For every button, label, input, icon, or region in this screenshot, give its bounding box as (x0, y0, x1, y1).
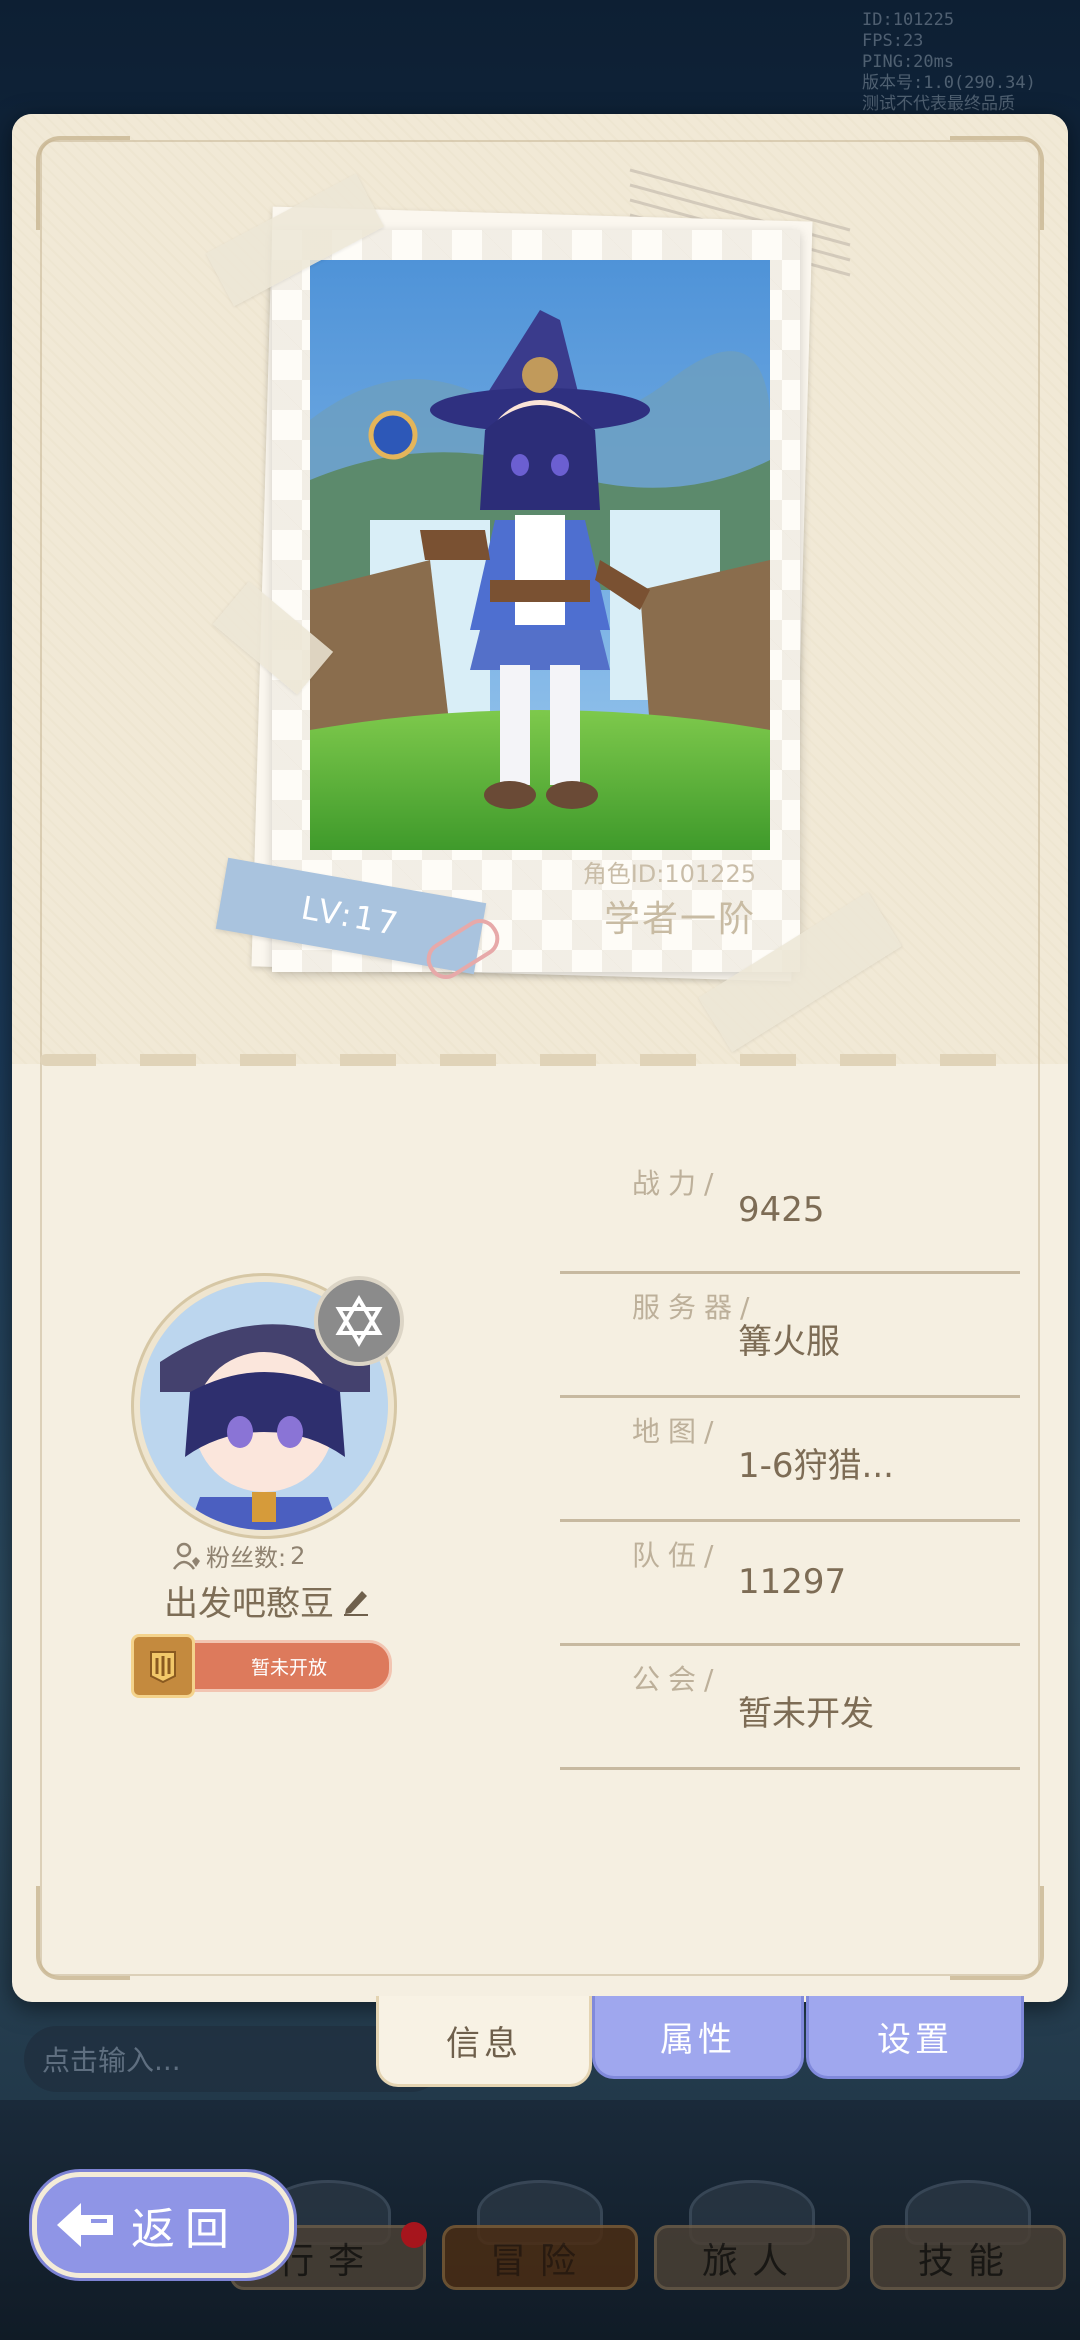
hexagram-icon[interactable] (314, 1276, 404, 1366)
stat-guild: 公会/ 暂未开发 (560, 1648, 1020, 1774)
fans-label: 粉丝数: (206, 1544, 287, 1572)
stat-power: 战力/ 9425 (560, 1152, 1020, 1278)
pencil-icon[interactable] (340, 1585, 372, 1617)
role-id: 角色ID:101225 (582, 860, 756, 888)
stat-value: 篝火服 (738, 1322, 840, 1362)
nav-label: 旅人 (654, 2225, 850, 2290)
stat-label: 公会/ (632, 1663, 722, 1696)
notification-dot (401, 2222, 427, 2248)
back-arrow-icon (57, 2203, 113, 2247)
character-portrait (310, 260, 770, 850)
debug-line: ID:101225 (862, 10, 955, 30)
debug-line: 版本号:1.0(290.34) (862, 73, 1036, 93)
nav-label: 冒险 (442, 2225, 638, 2290)
stat-underline (560, 1643, 1020, 1646)
fans-icon (172, 1542, 200, 1570)
stat-label: 战力/ (632, 1167, 722, 1200)
corner-ornament (950, 136, 1044, 230)
debug-line: 测试不代表最终品质 (862, 94, 1015, 114)
stat-value: 暂未开发 (738, 1694, 874, 1734)
fans-count: 粉丝数: 2 (172, 1538, 305, 1573)
debug-line: FPS:23 (862, 31, 924, 51)
tab-settings[interactable]: 设置 (806, 1996, 1024, 2079)
tab-info[interactable]: 信息 (376, 1996, 592, 2087)
stat-underline (560, 1519, 1020, 1522)
card-divider (40, 1054, 1040, 1066)
stat-underline (560, 1271, 1020, 1274)
stat-label: 队伍/ (632, 1539, 722, 1572)
debug-overlay: ID:101225 FPS:23 PING:20ms 版本号:1.0(290.3… (862, 10, 1062, 115)
guild-badge: 暂未开放 (131, 1634, 392, 1698)
nickname-text: 出发吧憨豆 (164, 1584, 334, 1624)
nav-item-adventure[interactable]: 冒险 (440, 2180, 640, 2290)
stat-underline (560, 1395, 1020, 1398)
guild-emblem-icon (131, 1634, 195, 1698)
fans-value: 2 (290, 1541, 306, 1570)
debug-line: PING:20ms (862, 52, 955, 72)
stat-value: 11297 (738, 1562, 847, 1602)
nav-item-traveler[interactable]: 旅人 (652, 2180, 852, 2290)
character-class: 学者一阶 (603, 899, 756, 940)
nav-label: 技能 (870, 2225, 1066, 2290)
nickname: 出发吧憨豆 (164, 1576, 372, 1625)
nav-item-skills[interactable]: 技能 (868, 2180, 1068, 2290)
character-photo: 角色ID:101225 学者一阶 (272, 230, 800, 972)
stat-value: 9425 (738, 1190, 825, 1230)
back-label: 返回 (131, 2204, 239, 2255)
guild-status: 暂未开放 (251, 1656, 328, 1679)
corner-ornament (36, 1886, 130, 1980)
back-button[interactable]: 返回 (32, 2172, 294, 2278)
stat-server: 服务器/ 篝火服 (560, 1276, 1020, 1402)
stat-value: 1-6狩猎... (738, 1446, 894, 1486)
stat-underline (560, 1767, 1020, 1770)
corner-ornament (36, 136, 130, 230)
stat-label: 地图/ (632, 1415, 722, 1448)
tab-attributes[interactable]: 属性 (592, 1996, 804, 2079)
stat-team: 队伍/ 11297 (560, 1524, 1020, 1650)
stat-map: 地图/ 1-6狩猎... (560, 1400, 1020, 1526)
chat-placeholder: 点击输入... (42, 2044, 181, 2077)
corner-ornament (950, 1886, 1044, 1980)
